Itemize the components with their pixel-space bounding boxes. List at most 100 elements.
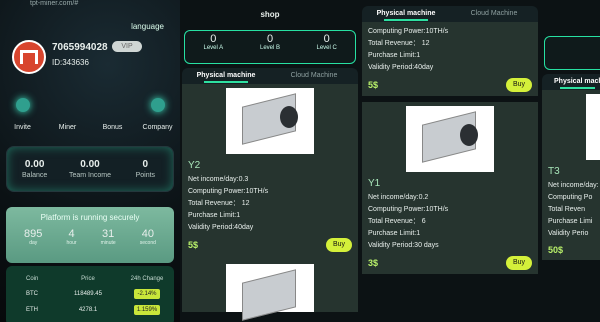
product-details: Y1 Net income/day:0.2 Computing Power:10… — [362, 172, 538, 274]
product-details: Y2 Net income/day:0.3 Computing Power:10… — [182, 154, 358, 256]
stat-label: Balance — [22, 172, 48, 179]
miner-image — [406, 106, 494, 172]
product-revenue: Total Revenue： 12 — [188, 200, 250, 207]
stat-balance: 0.00 Balance — [7, 147, 62, 191]
menu-miner[interactable]: Miner — [45, 92, 90, 131]
secure-title: Platform is running securely — [40, 213, 140, 222]
team-levels — [544, 36, 600, 70]
miner-image — [226, 88, 314, 154]
machine-tabs: Physical machine Cloud Machine — [182, 68, 358, 84]
stat-value: 0.00 — [24, 159, 45, 170]
coin-price-table: Coin Price 24h Change BTC 118489.45 -2.1… — [6, 266, 174, 322]
col-coin: Coin — [26, 276, 39, 282]
countdown-label: minute — [100, 240, 116, 246]
buy-button[interactable]: Buy — [506, 78, 532, 92]
fan-icon — [460, 124, 478, 146]
stat-points: 0 Points — [118, 147, 173, 191]
menu-bonus[interactable]: Bonus — [90, 92, 135, 131]
tab-physical-machine[interactable]: Physical machine — [182, 68, 270, 84]
miner-image — [586, 94, 600, 160]
user-phone: 7065994028 — [52, 42, 108, 53]
product-price: 3$ — [368, 258, 379, 268]
uptime-countdown: 895 day 4 hour 31 minute 40 second — [6, 228, 174, 246]
plus-icon — [15, 98, 30, 112]
avatar[interactable] — [12, 40, 46, 74]
level-count: 0 — [323, 33, 330, 45]
menu-invite[interactable]: Invite — [0, 92, 45, 131]
product-name: Y2 — [188, 160, 201, 171]
product-validity: Validity Period:40day — [368, 64, 434, 71]
product-details: Computing Power:10TH/s Total Revenue： 12… — [362, 26, 538, 96]
level-b: 0 Level B — [242, 31, 299, 63]
fan-icon — [280, 106, 298, 128]
countdown-value: 31 — [102, 228, 115, 240]
url-bar[interactable]: tpt-miner.com/# — [0, 0, 180, 10]
user-id: ID:343636 — [52, 58, 89, 67]
coin-change: -2.14% — [134, 289, 160, 299]
countdown-label: second — [139, 240, 156, 246]
product-income: Net income/day:0.2 — [368, 194, 429, 201]
product-revenue: Total Revenue： 12 — [368, 40, 430, 47]
table-header: Coin Price 24h Change — [6, 272, 174, 286]
menu-company[interactable]: Company — [135, 92, 180, 131]
coin-change: 1.159% — [133, 305, 161, 315]
product-card-prev: Computing Power:10TH/s Total Revenue： 12… — [362, 22, 538, 96]
coin-name: ETH — [26, 307, 38, 313]
tab-cloud-machine[interactable]: Cloud Machine — [270, 68, 358, 84]
quick-menu: Invite Miner Bonus Company — [0, 92, 180, 131]
product-limit: Purchase Limit:1 — [368, 230, 421, 237]
countdown-label: day — [29, 240, 38, 246]
vip-badge: VIP — [112, 41, 142, 52]
level-name: Level B — [260, 45, 281, 51]
machine-tabs: Physical machine Cloud Machine — [362, 6, 538, 22]
coin-name: BTC — [26, 291, 38, 297]
buy-button[interactable]: Buy — [326, 238, 352, 252]
menu-label: Miner — [58, 124, 77, 131]
company-icon — [150, 98, 165, 112]
miner-image — [226, 264, 314, 321]
stat-team-income: 0.00 Team Income — [62, 147, 117, 191]
product-limit: Purchase Limit:1 — [368, 52, 421, 59]
level-c: 0 Level C — [298, 31, 355, 63]
product-limit: Purchase Limi — [548, 218, 593, 225]
team-levels: 0 Level A 0 Level B 0 Level C — [184, 30, 356, 64]
shop-panel-partial: Physical machi T3 Net income/day: Comput… — [540, 0, 600, 322]
product-limit: Purchase Limit:1 — [188, 212, 241, 219]
countdown-value: 40 — [141, 228, 154, 240]
secure-banner: Platform is running securely 895 day 4 hou… — [6, 207, 174, 263]
stat-value: 0 — [142, 159, 149, 170]
castle-icon — [20, 50, 38, 64]
tab-physical-machine[interactable]: Physical machi — [542, 74, 600, 90]
level-name: Level A — [203, 45, 224, 51]
table-row: BTC 118489.45 -2.14% — [6, 286, 174, 302]
product-price: 50$ — [548, 245, 564, 255]
language-link[interactable]: language — [131, 22, 164, 31]
product-card-y1: Y1 Net income/day:0.2 Computing Power:10… — [362, 102, 538, 274]
menu-label: Invite — [14, 124, 31, 131]
stat-label: Team Income — [68, 172, 111, 179]
profile-panel: tpt-miner.com/# language 7065994028 VIP … — [0, 0, 180, 322]
col-price: Price — [81, 276, 95, 282]
buy-button[interactable]: Buy — [506, 256, 532, 270]
page-title: shop — [260, 10, 280, 19]
product-details: T3 Net income/day: Computing Po Total Re… — [542, 160, 600, 260]
stat-label: Points — [135, 172, 156, 179]
tab-cloud-machine[interactable]: Cloud Machine — [450, 6, 538, 22]
product-card-y2: Y2 Net income/day:0.3 Computing Power:10… — [182, 84, 358, 321]
tab-physical-machine[interactable]: Physical machine — [362, 6, 450, 22]
product-power: Computing Power:10TH/s — [368, 206, 449, 213]
shop-panel: shop 0 Level A 0 Level B 0 Level C Physical… — [180, 0, 360, 322]
shop-panel-scrolled: Physical machine Cloud Machine Computing… — [360, 0, 540, 322]
product-name: T3 — [548, 166, 560, 177]
level-count: 0 — [266, 33, 274, 45]
product-power: Computing Po — [548, 194, 593, 201]
level-count: 0 — [210, 33, 217, 45]
product-power: Computing Power:10TH/s — [188, 188, 269, 195]
product-income: Net income/day: — [548, 182, 599, 189]
product-validity: Validity Perio — [548, 230, 589, 237]
product-power: Computing Power:10TH/s — [368, 28, 449, 35]
menu-label: Company — [142, 124, 173, 131]
product-revenue: Total Revenue： 6 — [368, 218, 426, 225]
level-a: 0 Level A — [185, 31, 242, 63]
product-income: Net income/day:0.3 — [188, 176, 249, 183]
